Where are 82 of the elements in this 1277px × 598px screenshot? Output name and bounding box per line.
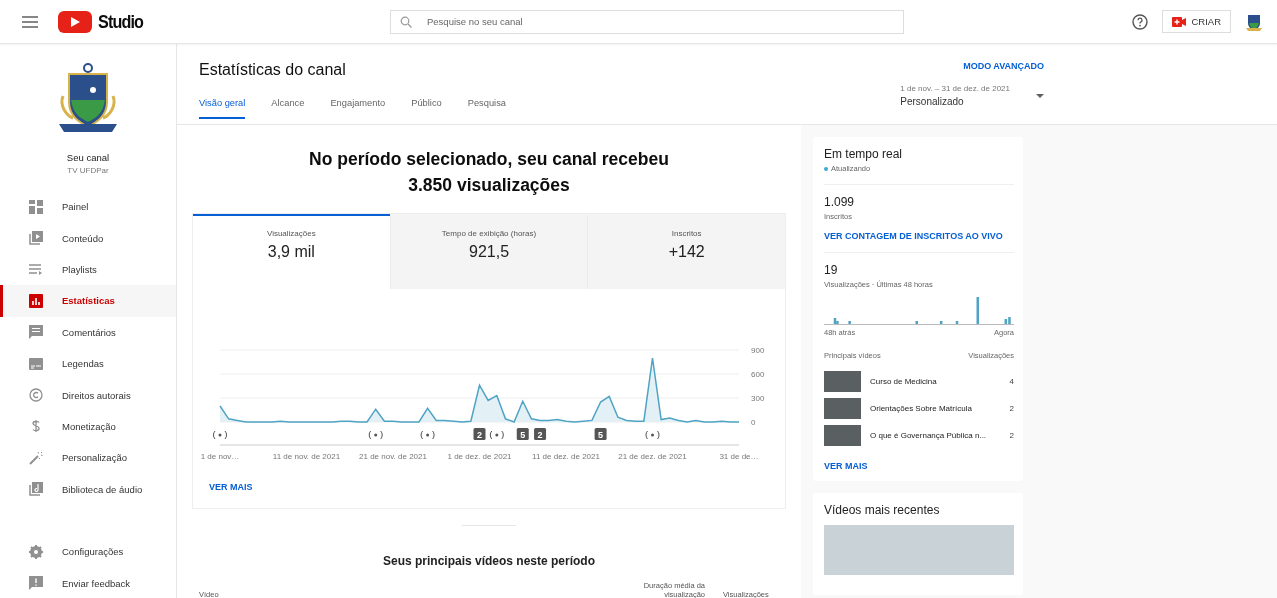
x-tick-label: 11 de nov. de 2021 [272,452,341,461]
x-tick-label: 1 de dez. de 2021 [447,452,512,461]
page-title: Estatísticas do canal [199,61,347,79]
video-title[interactable]: Orientações Sobre Matrícula [870,404,1010,413]
video-views: 2 [1009,404,1014,413]
see-more-link[interactable]: VER MAIS [824,461,1013,471]
sidebar-item[interactable]: Enviar feedback [0,567,176,598]
video-title[interactable]: O que é Governança Pública n... [870,431,1010,440]
comments-icon [29,325,43,340]
headline-total: 3.850 visualizações [408,174,570,197]
sidebar-item[interactable]: Monetização [0,410,176,443]
date-range-picker[interactable]: 1 de nov. – 31 de dez. de 2021 Personalizado [900,84,1044,107]
sidebar-item[interactable]: Configurações [0,536,176,568]
video-count-badge[interactable]: 5 [516,428,529,440]
video-title[interactable]: Curso de Medicina [870,377,1010,386]
search-icon [400,15,412,28]
dropdown-caret-icon [1036,93,1044,98]
money-icon [29,419,43,434]
feedback-icon [29,576,43,591]
stats-icon [29,293,43,308]
channel-name: TV UFDPar [67,166,109,175]
tab[interactable]: Visão geral [199,98,246,119]
tab[interactable]: Pesquisa [467,98,506,119]
tab[interactable]: Alcance [271,98,305,119]
help-icon[interactable] [1132,13,1149,30]
search-field[interactable]: Pesquise no seu canal [390,9,904,34]
tab[interactable]: Engajamento [330,98,386,119]
card-title: Vídeos mais recentes [824,503,941,517]
channel-label: Seu canal [66,152,110,163]
copyright-icon [29,388,43,403]
video-count-badge[interactable]: 5 [594,428,607,440]
x-tick-label: 21 de nov. de 2021 [359,452,427,461]
video-camera-icon [1172,16,1187,27]
video-count-badge[interactable]: 2 [473,428,486,440]
sidebar-item[interactable]: Legendas [0,347,176,380]
video-views: 4 [1009,377,1014,386]
sidebar-item[interactable]: Conteúdo [0,222,176,254]
sidebar-item[interactable]: Playlists [0,253,176,286]
live-count-link[interactable]: VER CONTAGEM DE INSCRITOS AO VIVO [824,231,1013,241]
advanced-mode-link[interactable]: MODO AVANÇADO [963,61,1044,71]
live-stream-icon[interactable] [212,430,228,440]
logo-icon[interactable] [58,10,92,33]
sidebar-item[interactable]: Painel [0,191,176,223]
x-tick-label: 21 de dez. de 2021 [618,452,687,461]
video-views: 2 [1009,431,1014,440]
video-thumbnail-placeholder[interactable] [824,425,861,446]
x-tick-label: 11 de dez. de 2021 [532,452,600,461]
create-button[interactable]: CRIAR [1162,10,1231,33]
see-more-link[interactable]: VER MAIS [209,482,769,492]
video-thumbnail-placeholder[interactable] [824,525,1014,575]
card-title: Em tempo real [824,147,904,161]
playlist-icon [29,262,43,277]
brand-name[interactable]: Studio [98,10,144,33]
live-stream-icon[interactable] [645,430,660,440]
y-tick-label: 0 [751,418,756,427]
live-stream-icon[interactable] [368,430,383,440]
x-tick-label: 31 de de… [719,452,759,461]
live-stream-icon[interactable] [420,430,435,440]
section-title: Seus principais vídeos neste período [382,554,596,568]
views-count: 19 [824,263,839,277]
headline-text: No período selecionado, seu canal recebeu [309,148,669,171]
y-tick-label: 900 [751,346,765,355]
subscriber-count: 1.099 [824,195,856,209]
sidebar-item[interactable]: Comentários [0,316,176,348]
x-tick-label: 1 de nov… [200,452,240,461]
y-tick-label: 600 [751,370,765,379]
sidebar-item[interactable]: Direitos autorais [0,379,176,411]
content-icon [29,231,43,246]
sidebar-item[interactable]: Estatísticas [0,285,176,317]
sidebar-item[interactable]: Personalização [0,442,176,474]
video-count-badge[interactable]: 2 [534,428,547,440]
video-thumbnail-placeholder[interactable] [824,371,861,392]
settings-icon [29,545,43,559]
metric-tab[interactable]: Inscritos +142 [587,214,785,289]
y-tick-label: 300 [751,394,765,403]
menu-icon[interactable] [22,15,38,28]
live-stream-icon[interactable] [489,430,504,440]
sidebar-item[interactable]: Biblioteca de áudio [0,473,176,505]
tab[interactable]: Público [411,98,442,119]
metric-tab[interactable]: Tempo de exibição (horas) 921,5 [389,214,588,289]
video-thumbnail-placeholder[interactable] [824,398,861,419]
audio-icon [29,482,43,497]
